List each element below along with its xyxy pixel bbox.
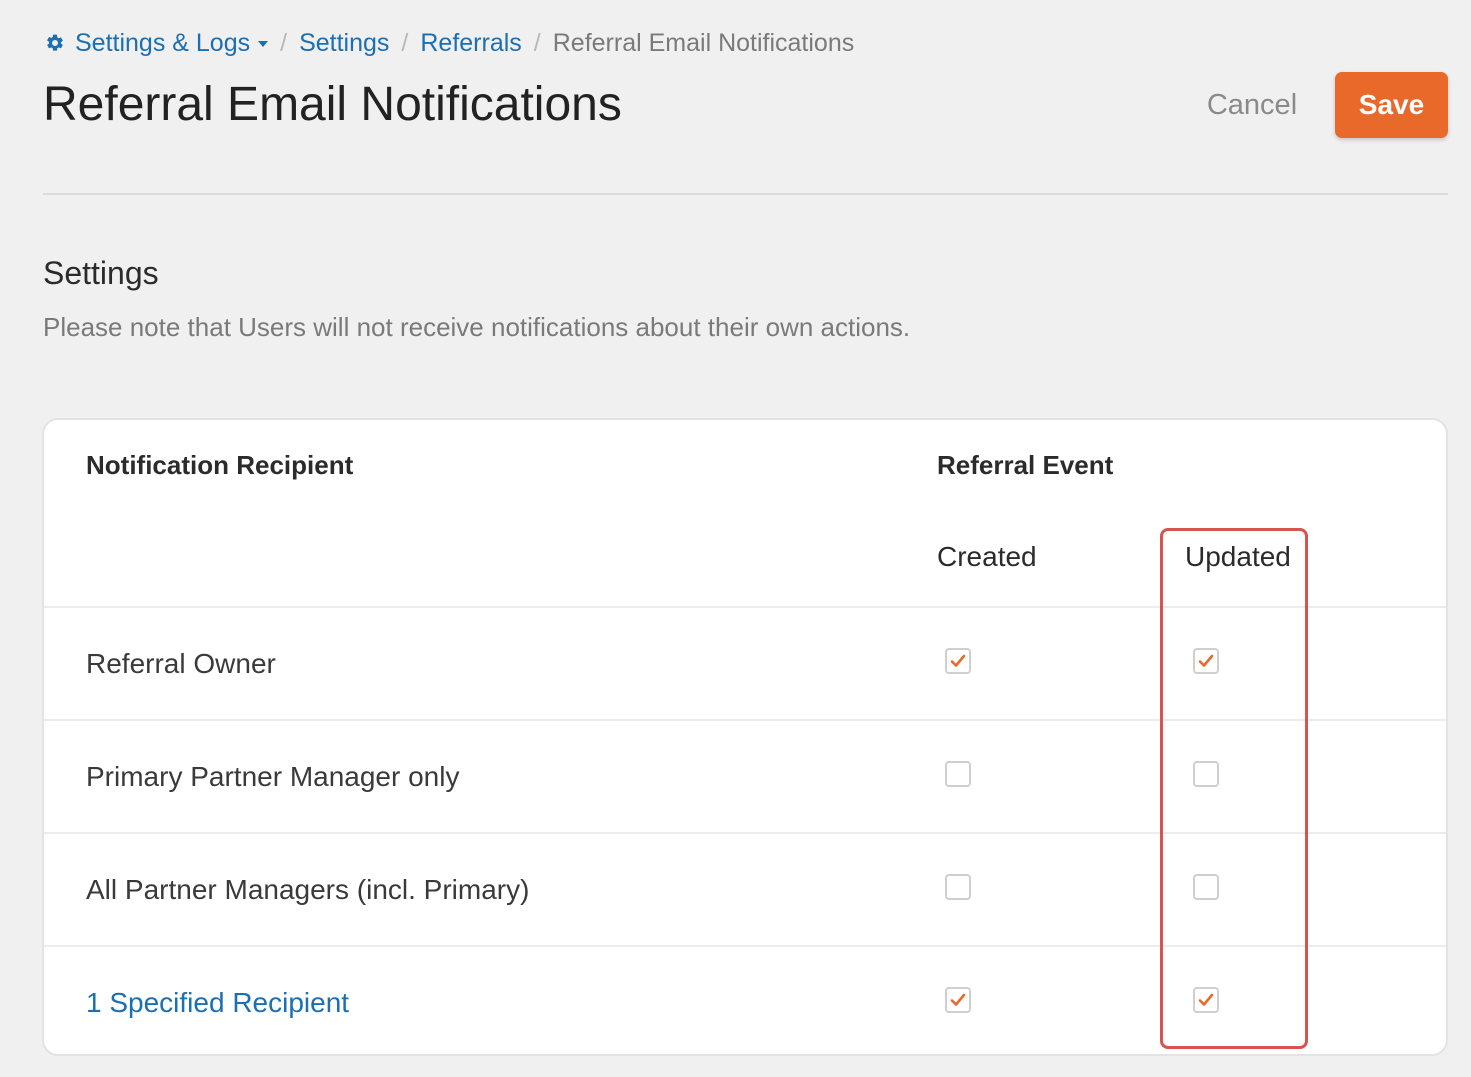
checkbox-created[interactable]: [945, 987, 971, 1013]
notification-table: Notification Recipient Referral Event Cr…: [42, 418, 1448, 1056]
checkbox-updated[interactable]: [1193, 761, 1219, 787]
breadcrumb-settings[interactable]: Settings: [299, 29, 389, 58]
breadcrumb-referrals[interactable]: Referrals: [420, 29, 521, 58]
checkbox-created[interactable]: [945, 874, 971, 900]
checkbox-created[interactable]: [945, 761, 971, 787]
breadcrumb-root-label: Settings & Logs: [75, 28, 251, 57]
recipient-label: Primary Partner Manager only: [86, 761, 460, 792]
breadcrumb-separator: /: [280, 28, 288, 57]
breadcrumb-current: Referral Email Notifications: [552, 28, 855, 57]
column-updated: Updated: [1185, 541, 1291, 572]
checkbox-created[interactable]: [945, 648, 971, 674]
checkbox-updated[interactable]: [1193, 648, 1219, 674]
save-button[interactable]: Save: [1335, 72, 1448, 138]
checkbox-updated[interactable]: [1193, 987, 1219, 1013]
checkmark-icon: [1198, 654, 1214, 667]
header-notification-recipient: Notification Recipient: [86, 450, 354, 480]
table-row: All Partner Managers (incl. Primary): [44, 832, 1446, 945]
cancel-button[interactable]: Cancel: [1192, 76, 1312, 134]
recipient-label: Referral Owner: [86, 648, 276, 679]
column-created: Created: [937, 541, 1037, 572]
breadcrumb: Settings & Logs / Settings / Referrals /…: [45, 28, 854, 58]
page: Settings & Logs / Settings / Referrals /…: [0, 0, 1471, 1077]
checkmark-icon: [950, 654, 966, 667]
section-note: Please note that Users will not receive …: [43, 312, 911, 342]
breadcrumb-separator: /: [401, 28, 409, 57]
checkbox-updated[interactable]: [1193, 874, 1219, 900]
checkmark-icon: [950, 993, 966, 1006]
page-title: Referral Email Notifications: [43, 78, 622, 131]
table-row: Primary Partner Manager only: [44, 719, 1446, 832]
table-row: Referral Owner: [44, 606, 1446, 719]
breadcrumb-settings-logs[interactable]: Settings & Logs: [45, 28, 269, 58]
header-divider: [43, 193, 1448, 195]
caret-down-icon: [258, 41, 269, 47]
table-row: 1 Specified Recipient: [44, 945, 1446, 1058]
recipient-label: All Partner Managers (incl. Primary): [86, 874, 530, 905]
specified-recipient-link[interactable]: 1 Specified Recipient: [86, 947, 349, 1058]
gear-icon: [47, 34, 63, 51]
checkmark-icon: [1198, 993, 1214, 1006]
header-referral-event: Referral Event: [937, 450, 1114, 480]
breadcrumb-separator: /: [533, 28, 541, 57]
section-title: Settings: [43, 255, 159, 291]
